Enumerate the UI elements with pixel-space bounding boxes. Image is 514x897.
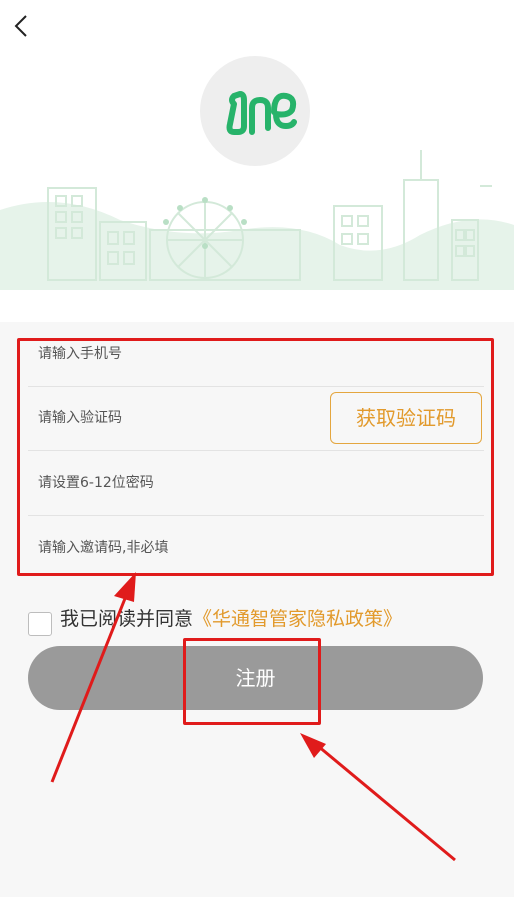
register-form: 获取验证码	[0, 322, 514, 582]
password-field-row	[28, 451, 484, 516]
verification-code-input[interactable]	[36, 386, 320, 450]
agreement-text: 我已阅读并同意《华通智管家隐私政策》	[60, 604, 402, 634]
agreement-label: 我已阅读并同意	[60, 608, 194, 630]
phone-field-row	[28, 322, 484, 387]
privacy-policy-link[interactable]: 《华通智管家隐私政策》	[193, 608, 402, 630]
arrow-to-register	[300, 733, 456, 862]
city-skyline-illustration	[0, 150, 514, 290]
back-button[interactable]	[8, 12, 36, 40]
agree-checkbox[interactable]	[28, 612, 52, 636]
invite-field-row	[28, 516, 484, 580]
invite-code-input[interactable]	[36, 516, 320, 580]
chevron-left-icon	[14, 15, 27, 37]
password-input[interactable]	[36, 451, 320, 515]
agreement-row: 我已阅读并同意《华通智管家隐私政策》	[28, 604, 498, 638]
get-code-button[interactable]: 获取验证码	[330, 392, 482, 444]
register-button[interactable]: 注册	[28, 646, 483, 710]
code-field-row: 获取验证码	[28, 386, 484, 451]
phone-input[interactable]	[36, 322, 320, 386]
header-area	[0, 0, 514, 322]
